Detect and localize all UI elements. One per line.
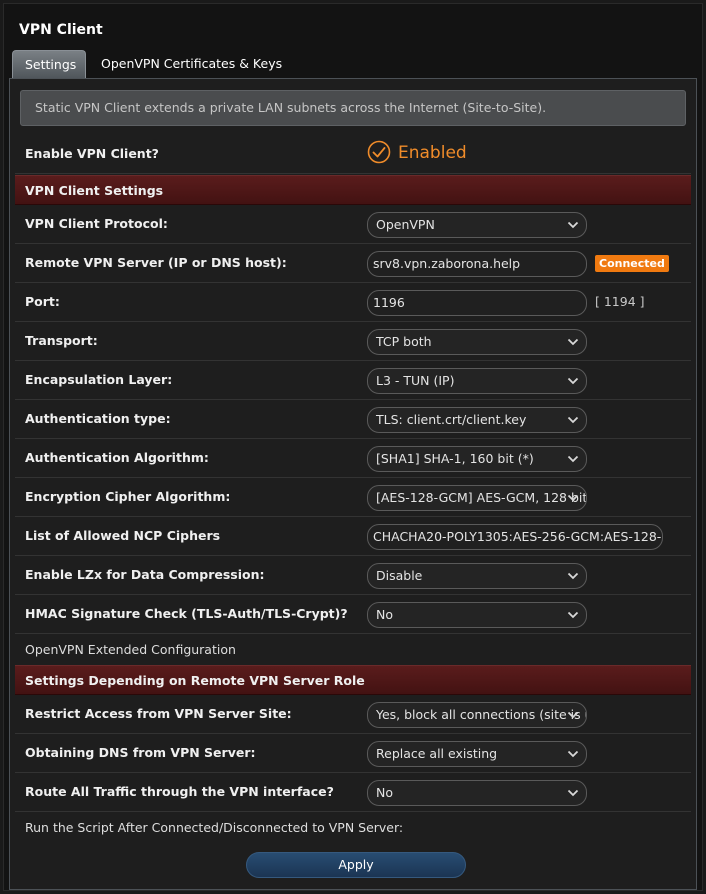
row-auth-type: Authentication type: TLS: client.crt/cli… xyxy=(15,400,691,439)
row-auth-algorithm: Authentication Algorithm: [SHA1] SHA-1, … xyxy=(15,439,691,478)
cipher-value: [AES-128-GCM] AES-GCM, 128 bit xyxy=(376,490,587,505)
route-all-traffic-value: No xyxy=(376,785,393,800)
row-encapsulation: Encapsulation Layer: L3 - TUN (IP) xyxy=(15,361,691,400)
transport-value: TCP both xyxy=(376,334,432,349)
chevron-down-icon xyxy=(567,611,579,619)
route-all-traffic-label: Route All Traffic through the VPN interf… xyxy=(25,784,334,799)
chevron-down-icon xyxy=(567,711,579,719)
port-label: Port: xyxy=(25,294,60,309)
restrict-access-value: Yes, block all connections (site is untr… xyxy=(376,707,586,722)
row-protocol: VPN Client Protocol: OpenVPN xyxy=(15,205,691,244)
lzx-label: Enable LZx for Data Compression: xyxy=(25,567,265,582)
row-hmac: HMAC Signature Check (TLS-Auth/TLS-Crypt… xyxy=(15,595,691,634)
vpn-client-window: VPN Client Settings OpenVPN Certificates… xyxy=(3,3,703,891)
section-title: Settings Depending on Remote VPN Server … xyxy=(25,673,365,688)
protocol-value: OpenVPN xyxy=(376,217,435,232)
chevron-down-icon xyxy=(567,494,579,502)
row-extended-config[interactable]: OpenVPN Extended Configuration xyxy=(15,634,691,666)
cipher-select[interactable]: [AES-128-GCM] AES-GCM, 128 bit xyxy=(367,485,587,511)
ncp-ciphers-input[interactable]: CHACHA20-POLY1305:AES-256-GCM:AES-128-GC… xyxy=(367,524,663,550)
lzx-select[interactable]: Disable xyxy=(367,563,587,589)
section-title: VPN Client Settings xyxy=(25,183,164,198)
remote-server-label: Remote VPN Server (IP or DNS host): xyxy=(25,255,287,270)
chevron-down-icon xyxy=(567,416,579,424)
transport-select[interactable]: TCP both xyxy=(367,329,587,355)
restrict-access-select[interactable]: Yes, block all connections (site is untr… xyxy=(367,702,587,728)
auth-algorithm-label: Authentication Algorithm: xyxy=(25,450,209,465)
check-circle-icon xyxy=(367,140,391,164)
obtaining-dns-value: Replace all existing xyxy=(376,746,498,761)
remote-server-input[interactable]: srv8.vpn.zaborona.help xyxy=(367,251,587,277)
chevron-down-icon xyxy=(567,750,579,758)
row-ncp-ciphers: List of Allowed NCP Ciphers CHACHA20-POL… xyxy=(15,517,691,556)
auth-type-value: TLS: client.crt/client.key xyxy=(376,412,527,427)
auth-type-label: Authentication type: xyxy=(25,411,171,426)
hmac-label: HMAC Signature Check (TLS-Auth/TLS-Crypt… xyxy=(25,606,348,621)
hmac-value: No xyxy=(376,607,393,622)
chevron-down-icon xyxy=(567,572,579,580)
lzx-value: Disable xyxy=(376,568,423,583)
run-script-label[interactable]: Run the Script After Connected/Disconnec… xyxy=(25,812,403,843)
chevron-down-icon xyxy=(567,455,579,463)
tab-settings[interactable]: Settings xyxy=(12,50,86,78)
encapsulation-label: Encapsulation Layer: xyxy=(25,372,173,387)
enable-vpn-client-label: Enable VPN Client? xyxy=(25,146,159,161)
row-enable-vpn-client: Enable VPN Client? Enabled xyxy=(15,135,691,174)
extended-config-label[interactable]: OpenVPN Extended Configuration xyxy=(25,634,236,665)
row-obtaining-dns: Obtaining DNS from VPN Server: Replace a… xyxy=(15,734,691,773)
row-restrict-access: Restrict Access from VPN Server Site: Ye… xyxy=(15,695,691,734)
auth-algorithm-value: [SHA1] SHA-1, 160 bit (*) xyxy=(376,451,534,466)
auth-algorithm-select[interactable]: [SHA1] SHA-1, 160 bit (*) xyxy=(367,446,587,472)
obtaining-dns-label: Obtaining DNS from VPN Server: xyxy=(25,745,256,760)
encapsulation-select[interactable]: L3 - TUN (IP) xyxy=(367,368,587,394)
row-port: Port: 1196 [ 1194 ] xyxy=(15,283,691,322)
row-cipher: Encryption Cipher Algorithm: [AES-128-GC… xyxy=(15,478,691,517)
chevron-down-icon xyxy=(567,789,579,797)
port-default-hint: [ 1194 ] xyxy=(595,294,645,309)
hmac-select[interactable]: No xyxy=(367,602,587,628)
row-route-all-traffic: Route All Traffic through the VPN interf… xyxy=(15,773,691,812)
section-vpn-client-settings: VPN Client Settings xyxy=(15,175,691,205)
protocol-select[interactable]: OpenVPN xyxy=(367,212,587,238)
row-transport: Transport: TCP both xyxy=(15,322,691,361)
row-lzx: Enable LZx for Data Compression: Disable xyxy=(15,556,691,595)
section-remote-server-role: Settings Depending on Remote VPN Server … xyxy=(15,665,691,695)
info-notice: Static VPN Client extends a private LAN … xyxy=(20,90,686,126)
apply-button[interactable]: Apply xyxy=(246,852,466,878)
chevron-down-icon xyxy=(567,221,579,229)
enabled-status-text: Enabled xyxy=(398,143,467,163)
window-title: VPN Client xyxy=(19,22,103,38)
tab-bar: Settings OpenVPN Certificates & Keys xyxy=(9,48,697,78)
obtaining-dns-select[interactable]: Replace all existing xyxy=(367,741,587,767)
row-run-script[interactable]: Run the Script After Connected/Disconnec… xyxy=(15,812,691,844)
restrict-access-label: Restrict Access from VPN Server Site: xyxy=(25,706,292,721)
chevron-down-icon xyxy=(567,377,579,385)
row-remote-server: Remote VPN Server (IP or DNS host): srv8… xyxy=(15,244,691,283)
route-all-traffic-select[interactable]: No xyxy=(367,780,587,806)
encapsulation-value: L3 - TUN (IP) xyxy=(376,373,455,388)
connected-status-badge: Connected xyxy=(595,255,669,272)
ncp-ciphers-label: List of Allowed NCP Ciphers xyxy=(25,528,221,543)
auth-type-select[interactable]: TLS: client.crt/client.key xyxy=(367,407,587,433)
tab-openvpn-certificates[interactable]: OpenVPN Certificates & Keys xyxy=(89,50,294,78)
protocol-label: VPN Client Protocol: xyxy=(25,216,168,231)
settings-panel: Static VPN Client extends a private LAN … xyxy=(9,78,697,890)
chevron-down-icon xyxy=(567,338,579,346)
cipher-label: Encryption Cipher Algorithm: xyxy=(25,489,231,504)
transport-label: Transport: xyxy=(25,333,98,348)
port-input[interactable]: 1196 xyxy=(367,290,587,316)
